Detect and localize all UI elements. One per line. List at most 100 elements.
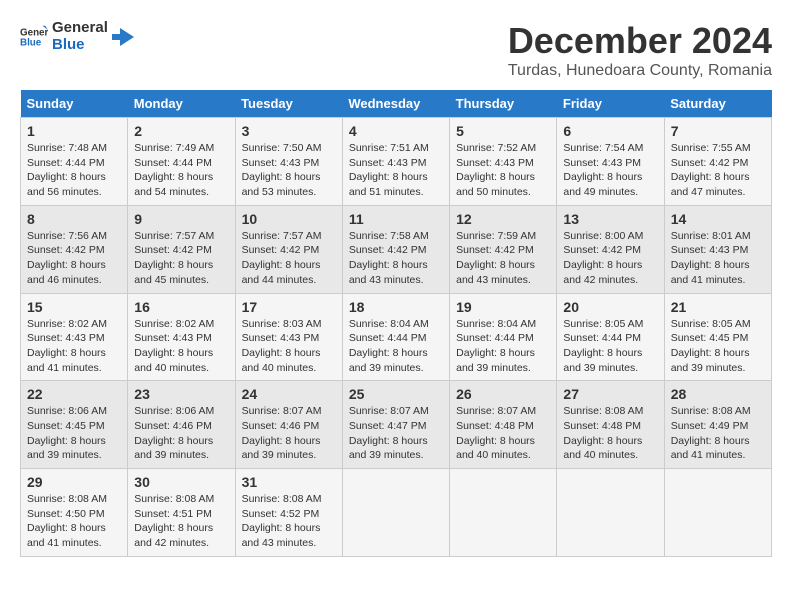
day-cell bbox=[342, 469, 449, 557]
day-cell: 25 Sunrise: 8:07 AMSunset: 4:47 PMDaylig… bbox=[342, 381, 449, 469]
day-number: 27 bbox=[563, 386, 657, 402]
header: General Blue General Blue December 2024 … bbox=[20, 20, 772, 80]
logo-blue: Blue bbox=[52, 37, 108, 54]
day-info: Sunrise: 8:03 AMSunset: 4:43 PMDaylight:… bbox=[242, 318, 322, 374]
day-info: Sunrise: 7:49 AMSunset: 4:44 PMDaylight:… bbox=[134, 142, 214, 198]
day-cell: 7 Sunrise: 7:55 AMSunset: 4:42 PMDayligh… bbox=[664, 118, 771, 206]
day-cell: 27 Sunrise: 8:08 AMSunset: 4:48 PMDaylig… bbox=[557, 381, 664, 469]
day-info: Sunrise: 7:52 AMSunset: 4:43 PMDaylight:… bbox=[456, 142, 536, 198]
day-number: 21 bbox=[671, 299, 765, 315]
day-number: 12 bbox=[456, 211, 550, 227]
day-info: Sunrise: 8:07 AMSunset: 4:48 PMDaylight:… bbox=[456, 405, 536, 461]
day-cell: 26 Sunrise: 8:07 AMSunset: 4:48 PMDaylig… bbox=[450, 381, 557, 469]
week-row-1: 1 Sunrise: 7:48 AMSunset: 4:44 PMDayligh… bbox=[21, 118, 772, 206]
header-day-sunday: Sunday bbox=[21, 90, 128, 118]
logo-icon: General Blue bbox=[20, 23, 48, 51]
day-info: Sunrise: 8:02 AMSunset: 4:43 PMDaylight:… bbox=[27, 318, 107, 374]
day-number: 29 bbox=[27, 474, 121, 490]
calendar-table: SundayMondayTuesdayWednesdayThursdayFrid… bbox=[20, 90, 772, 557]
day-cell: 31 Sunrise: 8:08 AMSunset: 4:52 PMDaylig… bbox=[235, 469, 342, 557]
day-info: Sunrise: 8:07 AMSunset: 4:46 PMDaylight:… bbox=[242, 405, 322, 461]
day-number: 23 bbox=[134, 386, 228, 402]
day-cell: 11 Sunrise: 7:58 AMSunset: 4:42 PMDaylig… bbox=[342, 205, 449, 293]
day-number: 13 bbox=[563, 211, 657, 227]
day-number: 6 bbox=[563, 123, 657, 139]
day-info: Sunrise: 8:05 AMSunset: 4:44 PMDaylight:… bbox=[563, 318, 643, 374]
day-info: Sunrise: 8:08 AMSunset: 4:50 PMDaylight:… bbox=[27, 493, 107, 549]
day-cell: 15 Sunrise: 8:02 AMSunset: 4:43 PMDaylig… bbox=[21, 293, 128, 381]
day-number: 18 bbox=[349, 299, 443, 315]
day-info: Sunrise: 7:57 AMSunset: 4:42 PMDaylight:… bbox=[134, 230, 214, 286]
day-info: Sunrise: 8:08 AMSunset: 4:48 PMDaylight:… bbox=[563, 405, 643, 461]
day-cell: 9 Sunrise: 7:57 AMSunset: 4:42 PMDayligh… bbox=[128, 205, 235, 293]
location-title: Turdas, Hunedoara County, Romania bbox=[508, 62, 772, 80]
day-info: Sunrise: 7:51 AMSunset: 4:43 PMDaylight:… bbox=[349, 142, 429, 198]
day-info: Sunrise: 8:07 AMSunset: 4:47 PMDaylight:… bbox=[349, 405, 429, 461]
logo-general: General bbox=[52, 20, 108, 37]
week-row-5: 29 Sunrise: 8:08 AMSunset: 4:50 PMDaylig… bbox=[21, 469, 772, 557]
day-info: Sunrise: 7:55 AMSunset: 4:42 PMDaylight:… bbox=[671, 142, 751, 198]
day-number: 22 bbox=[27, 386, 121, 402]
day-number: 4 bbox=[349, 123, 443, 139]
week-row-2: 8 Sunrise: 7:56 AMSunset: 4:42 PMDayligh… bbox=[21, 205, 772, 293]
month-title: December 2024 bbox=[508, 20, 772, 62]
day-info: Sunrise: 7:48 AMSunset: 4:44 PMDaylight:… bbox=[27, 142, 107, 198]
day-info: Sunrise: 8:06 AMSunset: 4:46 PMDaylight:… bbox=[134, 405, 214, 461]
day-cell: 4 Sunrise: 7:51 AMSunset: 4:43 PMDayligh… bbox=[342, 118, 449, 206]
day-cell: 1 Sunrise: 7:48 AMSunset: 4:44 PMDayligh… bbox=[21, 118, 128, 206]
logo: General Blue General Blue bbox=[20, 20, 134, 53]
day-cell: 13 Sunrise: 8:00 AMSunset: 4:42 PMDaylig… bbox=[557, 205, 664, 293]
day-info: Sunrise: 8:04 AMSunset: 4:44 PMDaylight:… bbox=[349, 318, 429, 374]
day-number: 19 bbox=[456, 299, 550, 315]
day-info: Sunrise: 7:57 AMSunset: 4:42 PMDaylight:… bbox=[242, 230, 322, 286]
day-cell: 6 Sunrise: 7:54 AMSunset: 4:43 PMDayligh… bbox=[557, 118, 664, 206]
day-info: Sunrise: 8:00 AMSunset: 4:42 PMDaylight:… bbox=[563, 230, 643, 286]
day-number: 26 bbox=[456, 386, 550, 402]
header-day-thursday: Thursday bbox=[450, 90, 557, 118]
week-row-3: 15 Sunrise: 8:02 AMSunset: 4:43 PMDaylig… bbox=[21, 293, 772, 381]
day-info: Sunrise: 7:56 AMSunset: 4:42 PMDaylight:… bbox=[27, 230, 107, 286]
day-number: 5 bbox=[456, 123, 550, 139]
day-cell: 20 Sunrise: 8:05 AMSunset: 4:44 PMDaylig… bbox=[557, 293, 664, 381]
svg-text:Blue: Blue bbox=[20, 37, 42, 48]
day-cell: 3 Sunrise: 7:50 AMSunset: 4:43 PMDayligh… bbox=[235, 118, 342, 206]
day-info: Sunrise: 7:50 AMSunset: 4:43 PMDaylight:… bbox=[242, 142, 322, 198]
day-number: 16 bbox=[134, 299, 228, 315]
day-info: Sunrise: 8:08 AMSunset: 4:51 PMDaylight:… bbox=[134, 493, 214, 549]
header-row: SundayMondayTuesdayWednesdayThursdayFrid… bbox=[21, 90, 772, 118]
day-number: 14 bbox=[671, 211, 765, 227]
day-info: Sunrise: 8:04 AMSunset: 4:44 PMDaylight:… bbox=[456, 318, 536, 374]
day-number: 24 bbox=[242, 386, 336, 402]
day-number: 28 bbox=[671, 386, 765, 402]
day-info: Sunrise: 8:01 AMSunset: 4:43 PMDaylight:… bbox=[671, 230, 751, 286]
day-number: 9 bbox=[134, 211, 228, 227]
day-info: Sunrise: 8:08 AMSunset: 4:49 PMDaylight:… bbox=[671, 405, 751, 461]
day-number: 1 bbox=[27, 123, 121, 139]
day-number: 17 bbox=[242, 299, 336, 315]
day-cell: 30 Sunrise: 8:08 AMSunset: 4:51 PMDaylig… bbox=[128, 469, 235, 557]
day-cell bbox=[450, 469, 557, 557]
day-number: 30 bbox=[134, 474, 228, 490]
day-info: Sunrise: 8:08 AMSunset: 4:52 PMDaylight:… bbox=[242, 493, 322, 549]
day-cell: 23 Sunrise: 8:06 AMSunset: 4:46 PMDaylig… bbox=[128, 381, 235, 469]
day-number: 7 bbox=[671, 123, 765, 139]
day-number: 15 bbox=[27, 299, 121, 315]
logo-arrow-icon bbox=[112, 26, 134, 48]
day-cell: 2 Sunrise: 7:49 AMSunset: 4:44 PMDayligh… bbox=[128, 118, 235, 206]
calendar-body: 1 Sunrise: 7:48 AMSunset: 4:44 PMDayligh… bbox=[21, 118, 772, 557]
day-cell: 10 Sunrise: 7:57 AMSunset: 4:42 PMDaylig… bbox=[235, 205, 342, 293]
week-row-4: 22 Sunrise: 8:06 AMSunset: 4:45 PMDaylig… bbox=[21, 381, 772, 469]
day-cell: 8 Sunrise: 7:56 AMSunset: 4:42 PMDayligh… bbox=[21, 205, 128, 293]
header-day-tuesday: Tuesday bbox=[235, 90, 342, 118]
day-info: Sunrise: 8:06 AMSunset: 4:45 PMDaylight:… bbox=[27, 405, 107, 461]
day-cell: 22 Sunrise: 8:06 AMSunset: 4:45 PMDaylig… bbox=[21, 381, 128, 469]
day-info: Sunrise: 8:05 AMSunset: 4:45 PMDaylight:… bbox=[671, 318, 751, 374]
day-number: 20 bbox=[563, 299, 657, 315]
day-cell: 16 Sunrise: 8:02 AMSunset: 4:43 PMDaylig… bbox=[128, 293, 235, 381]
calendar-header: SundayMondayTuesdayWednesdayThursdayFrid… bbox=[21, 90, 772, 118]
header-day-monday: Monday bbox=[128, 90, 235, 118]
title-area: December 2024 Turdas, Hunedoara County, … bbox=[508, 20, 772, 80]
day-cell: 12 Sunrise: 7:59 AMSunset: 4:42 PMDaylig… bbox=[450, 205, 557, 293]
day-number: 2 bbox=[134, 123, 228, 139]
day-number: 31 bbox=[242, 474, 336, 490]
